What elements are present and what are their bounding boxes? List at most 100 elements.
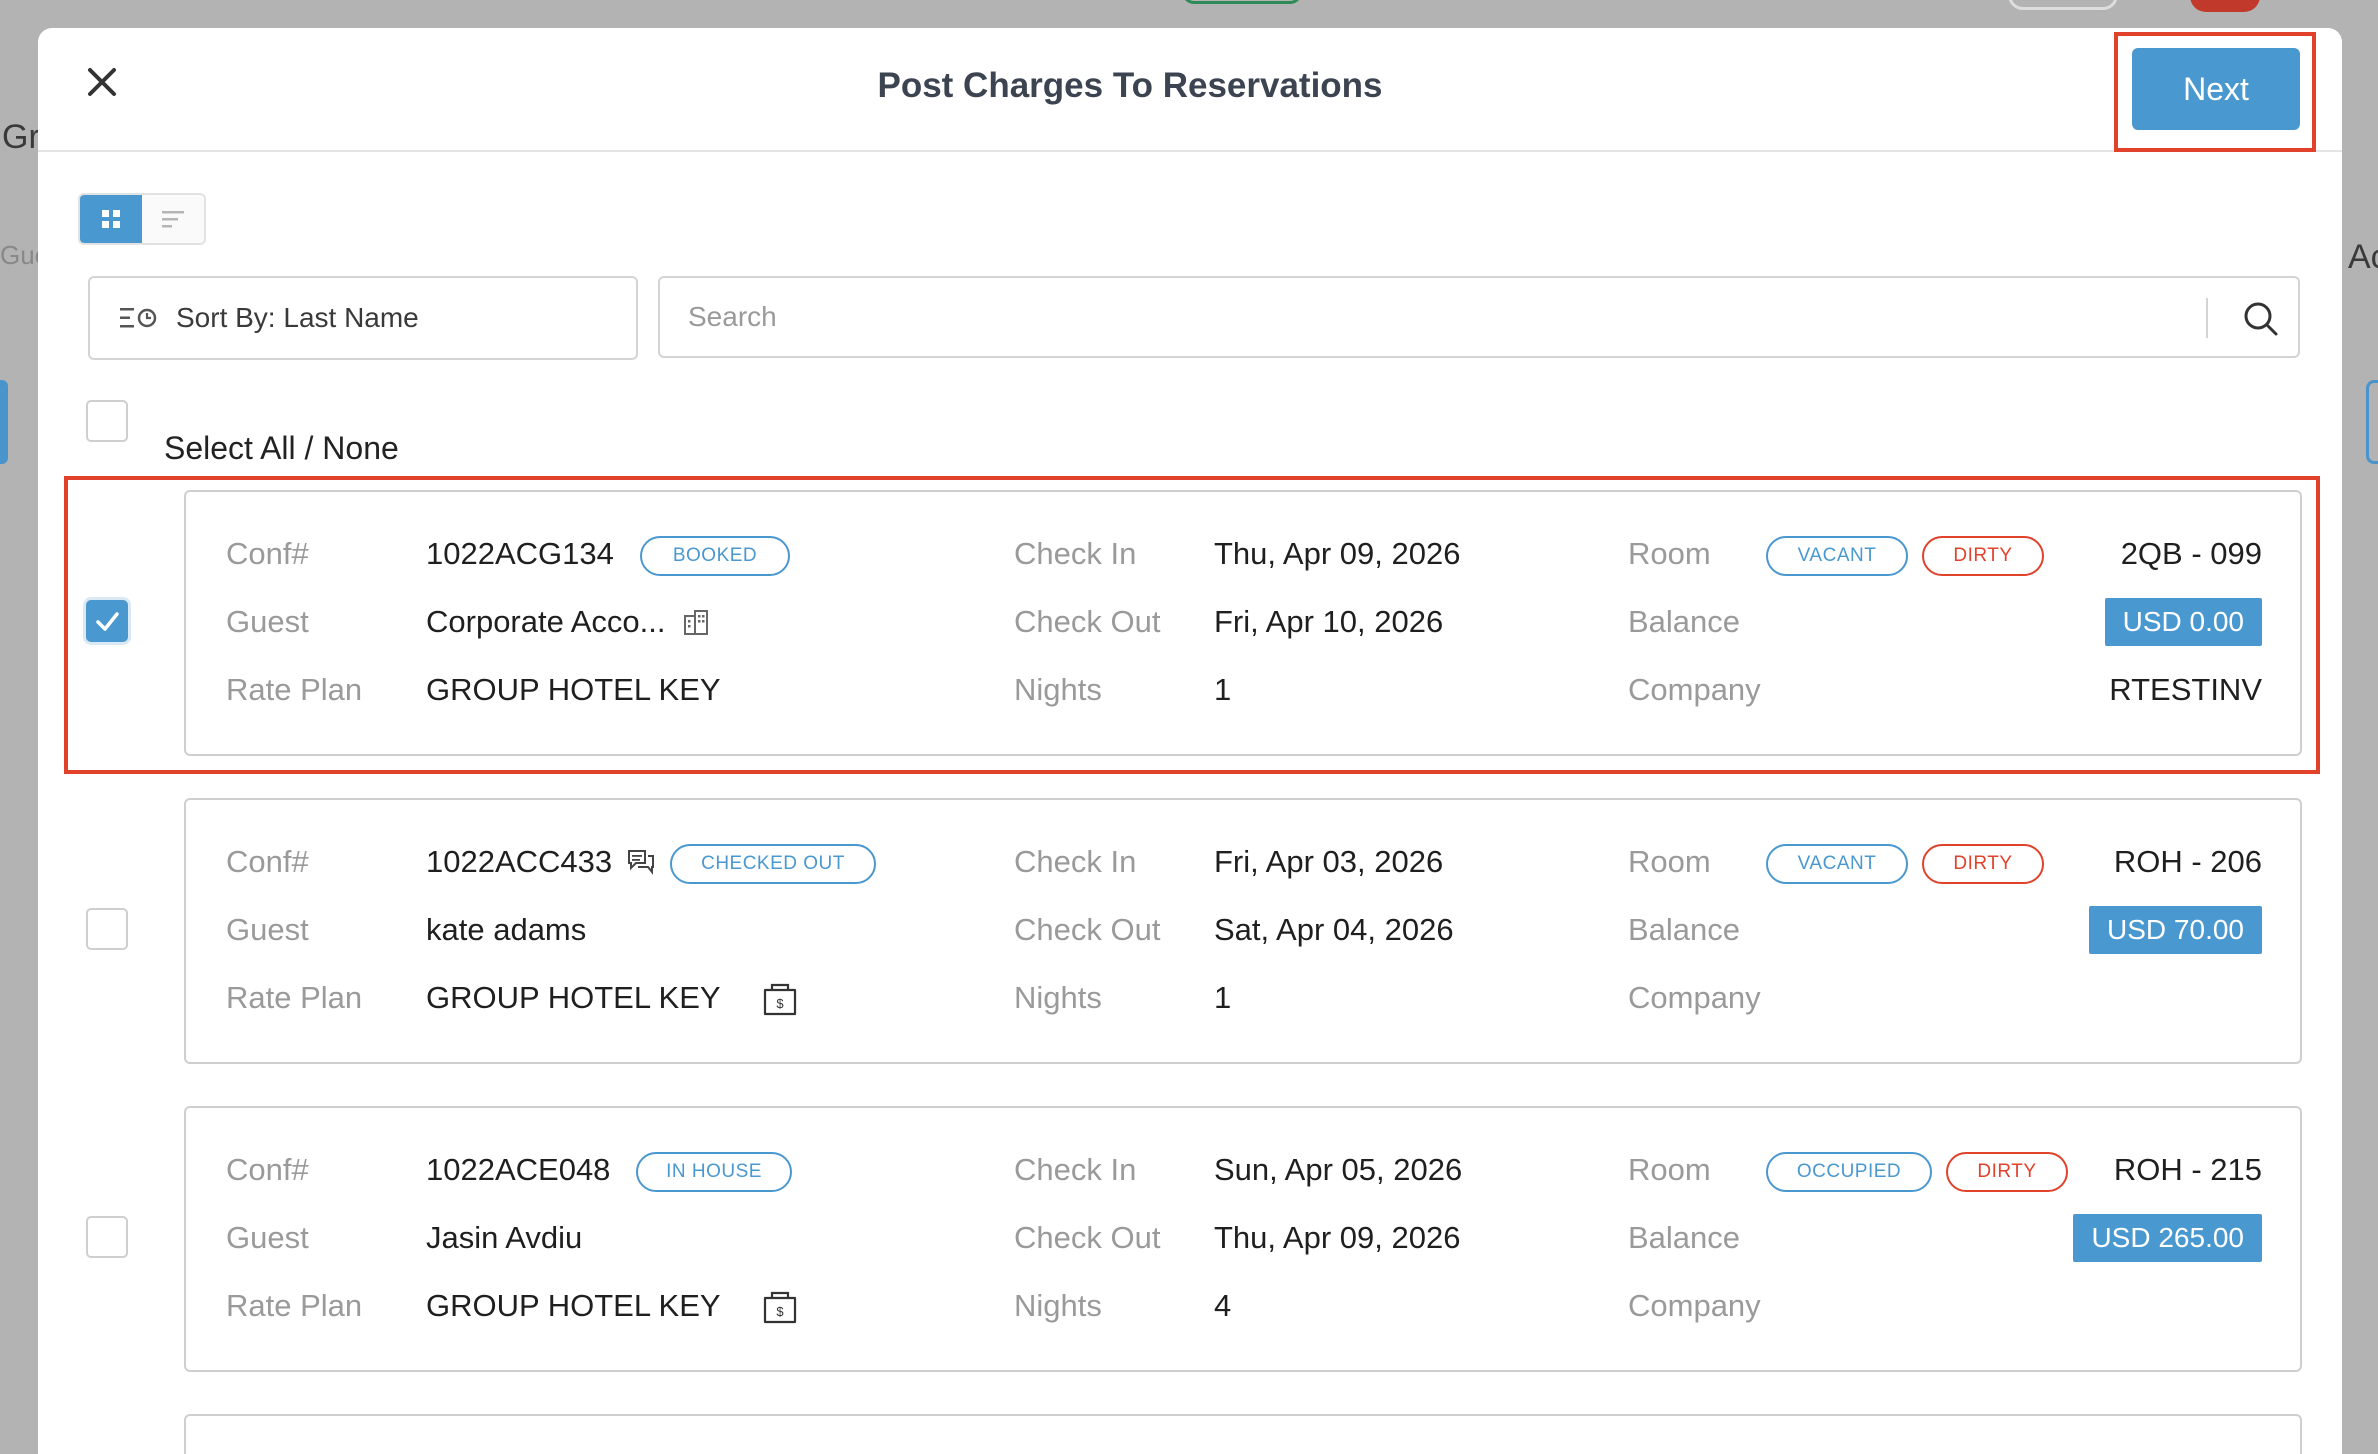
guest-label: Guest [226, 912, 309, 947]
guest-name: kate adams [426, 912, 587, 947]
company-label: Company [1628, 980, 1761, 1015]
rate-plan: GROUP HOTEL KEY [426, 980, 721, 1015]
nights-label: Nights [1014, 672, 1102, 707]
housekeeping-badge: DIRTY [1922, 844, 2044, 884]
conf-label: Conf# [226, 1152, 309, 1187]
check-out-date: Sat, Apr 04, 2026 [1214, 912, 1454, 947]
conf-number: 1022ACC433 [426, 844, 613, 879]
check-in-label: Check In [1014, 844, 1137, 879]
check-in-date: Fri, Apr 03, 2026 [1214, 844, 1444, 879]
sort-label: Sort By: Last Name [176, 302, 419, 333]
check-out-label: Check Out [1014, 1220, 1161, 1255]
housekeeping-badge: DIRTY [1946, 1152, 2068, 1192]
conf-number: 1022ACG134 [426, 536, 614, 571]
list-icon [162, 211, 184, 228]
modal-header: Post Charges To Reservations Next [38, 28, 2342, 152]
search-divider [2206, 298, 2208, 338]
room-status-badge: VACANT [1766, 536, 1908, 576]
reservation-checkbox[interactable] [86, 600, 128, 642]
check-in-date: Sun, Apr 05, 2026 [1214, 1152, 1463, 1187]
reservation-card[interactable]: Conf# 1022ACC433 CHECKED OUT Guest kate … [184, 798, 2302, 1064]
balance-label: Balance [1628, 1220, 1741, 1255]
check-out-label: Check Out [1014, 912, 1161, 947]
check-out-date: Thu, Apr 09, 2026 [1214, 1220, 1461, 1255]
background-red-badge [2190, 0, 2260, 12]
reservation-card[interactable]: Conf# 1022ACG134 BOOKED Guest Corporate … [184, 490, 2302, 756]
reservation-checkbox[interactable] [86, 908, 128, 950]
reservation-status-badge: IN HOUSE [636, 1152, 792, 1192]
balance-label: Balance [1628, 604, 1741, 639]
nights-label: Nights [1014, 980, 1102, 1015]
reservation-status-badge: BOOKED [640, 536, 790, 576]
rate-plan: GROUP HOTEL KEY [426, 672, 721, 707]
search-input[interactable] [660, 278, 2200, 356]
grid-view-button[interactable] [80, 195, 142, 243]
room-number: ROH - 206 [2113, 844, 2262, 879]
check-in-label: Check In [1014, 536, 1137, 571]
modal-title: Post Charges To Reservations [877, 66, 1383, 105]
company-value: RTESTINV [2109, 672, 2262, 707]
select-all-label: Select All / None [164, 430, 399, 466]
room-label: Room [1628, 1152, 1711, 1187]
search-box [658, 276, 2300, 358]
rate-plan-label: Rate Plan [226, 672, 363, 707]
reservation-checkbox[interactable] [86, 1216, 128, 1258]
balance-badge: USD 265.00 [2073, 1214, 2262, 1262]
reservation-status-badge: CHECKED OUT [670, 844, 876, 884]
nights-label: Nights [1014, 1288, 1102, 1323]
background-button-edge [0, 380, 8, 464]
room-number: ROH - 215 [2113, 1152, 2262, 1187]
background-heading-fragment: Gr [2, 118, 40, 156]
nights-value: 1 [1214, 672, 1232, 707]
check-out-date: Fri, Apr 10, 2026 [1214, 604, 1444, 639]
check-in-date: Thu, Apr 09, 2026 [1214, 536, 1461, 571]
wallet-icon: $ [763, 1291, 797, 1324]
company-label: Company [1628, 672, 1761, 707]
room-label: Room [1628, 844, 1711, 879]
balance-badge: USD 70.00 [2089, 906, 2262, 954]
background-button [2008, 0, 2118, 10]
select-all-checkbox[interactable] [86, 400, 128, 442]
sort-dropdown[interactable]: Sort By: Last Name [88, 276, 638, 360]
checkmark-icon [96, 612, 119, 631]
balance-badge: USD 0.00 [2104, 598, 2262, 646]
notes-icon [628, 850, 654, 875]
room-status-badge: OCCUPIED [1766, 1152, 1932, 1192]
guest-label: Guest [226, 1220, 309, 1255]
nights-value: 4 [1214, 1288, 1232, 1323]
company-label: Company [1628, 1288, 1761, 1323]
nights-value: 1 [1214, 980, 1232, 1015]
rate-plan-label: Rate Plan [226, 980, 363, 1015]
sort-icon [120, 308, 157, 328]
check-out-label: Check Out [1014, 604, 1161, 639]
view-toggle [78, 193, 206, 245]
reservation-card[interactable]: Conf# 1022ACE048 IN HOUSE Guest Jasin Av… [184, 1106, 2302, 1372]
company-building-icon [684, 610, 708, 635]
grid-icon [102, 210, 120, 228]
background-column-fragment-right: Ac [2348, 238, 2378, 276]
background-status-pill [1182, 0, 1302, 4]
rate-plan-label: Rate Plan [226, 1288, 363, 1323]
conf-label: Conf# [226, 536, 309, 571]
svg-text:$: $ [776, 996, 784, 1011]
list-view-button[interactable] [142, 195, 204, 243]
svg-text:$: $ [776, 1304, 784, 1319]
check-in-label: Check In [1014, 1152, 1137, 1187]
guest-name: Jasin Avdiu [426, 1220, 583, 1255]
rate-plan: GROUP HOTEL KEY [426, 1288, 721, 1323]
conf-number: 1022ACE048 [426, 1152, 611, 1187]
post-charges-modal: Post Charges To Reservations Next Sort B… [38, 28, 2342, 1454]
room-status-badge: VACANT [1766, 844, 1908, 884]
next-button[interactable]: Next [2132, 48, 2300, 130]
background-button-edge-right [2366, 380, 2378, 464]
guest-name: Corporate Acco... [426, 604, 666, 639]
search-icon[interactable] [2242, 300, 2280, 338]
housekeeping-badge: DIRTY [1922, 536, 2044, 576]
balance-label: Balance [1628, 912, 1741, 947]
wallet-icon: $ [763, 983, 797, 1016]
reservation-card[interactable] [184, 1414, 2302, 1454]
room-number: 2QB - 099 [2120, 536, 2262, 571]
room-label: Room [1628, 536, 1711, 571]
guest-label: Guest [226, 604, 309, 639]
conf-label: Conf# [226, 844, 309, 879]
